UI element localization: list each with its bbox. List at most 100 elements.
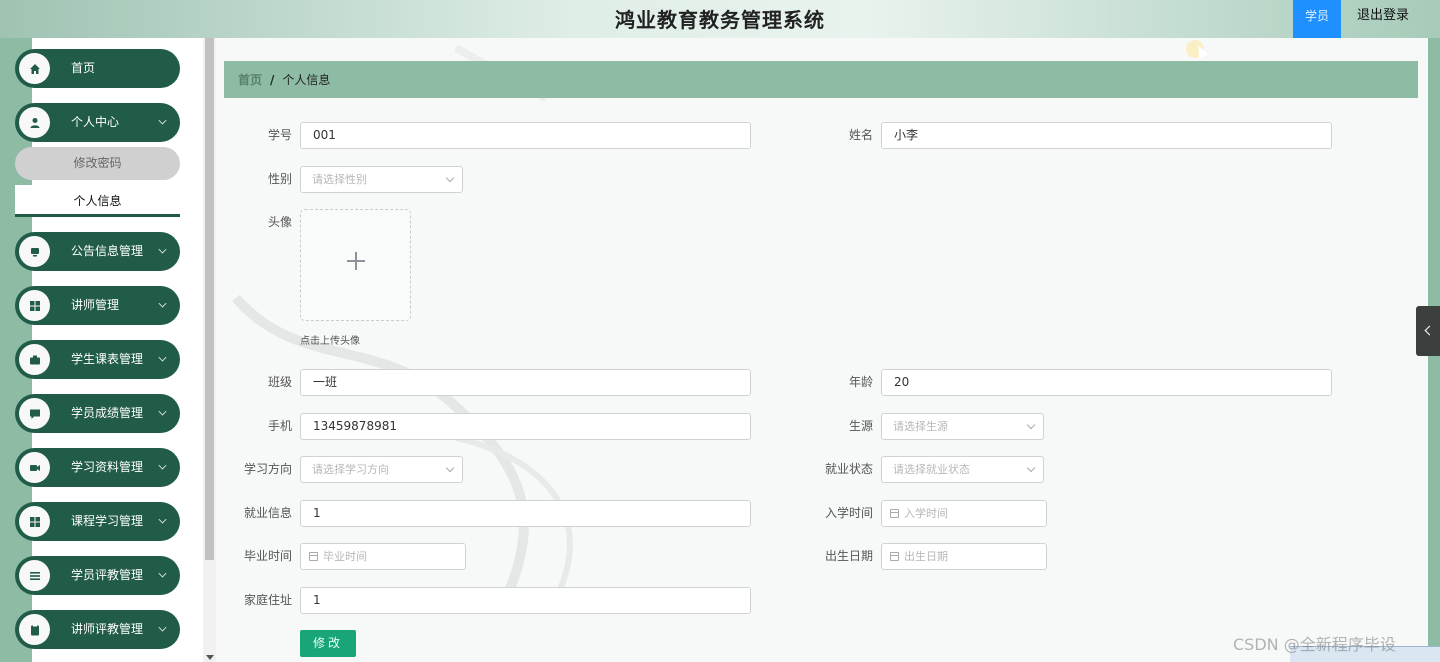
phone-field[interactable]: 13459878981 bbox=[300, 413, 751, 440]
sidebar-item-student-eval[interactable]: 学员评教管理 bbox=[15, 556, 180, 595]
sidebar-item-label: 学生课表管理 bbox=[71, 352, 144, 366]
source-select[interactable]: 请选择生源 bbox=[881, 413, 1044, 440]
enroll-date-picker[interactable]: 入学时间 bbox=[881, 500, 1047, 527]
chevron-down-icon bbox=[158, 623, 167, 632]
chevron-down-icon bbox=[158, 245, 167, 254]
calendar-icon bbox=[890, 509, 899, 518]
gender-select[interactable]: 请选择性别 bbox=[300, 166, 463, 193]
avatar-label: 头像 bbox=[267, 215, 292, 229]
briefcase-icon bbox=[19, 344, 50, 375]
gender-placeholder: 请选择性别 bbox=[312, 173, 367, 186]
sidebar-item-label: 讲师管理 bbox=[71, 298, 120, 312]
avatar-uploader[interactable] bbox=[300, 209, 411, 321]
chevron-down-icon bbox=[158, 353, 167, 362]
employment-info-field[interactable]: 1 bbox=[300, 500, 751, 527]
class-field[interactable]: 一班 bbox=[300, 369, 751, 396]
sidebar-item-home[interactable]: 首页 bbox=[15, 49, 180, 88]
calendar-icon bbox=[890, 552, 899, 561]
chevron-down-icon bbox=[158, 515, 167, 524]
student-id-field[interactable]: 001 bbox=[300, 122, 751, 149]
sidebar-item-personal-center[interactable]: 个人中心 bbox=[15, 103, 180, 142]
chevron-down-icon bbox=[445, 463, 455, 473]
grid-icon bbox=[19, 506, 50, 537]
direction-select[interactable]: 请选择学习方向 bbox=[300, 456, 463, 483]
address-field[interactable]: 1 bbox=[300, 587, 751, 614]
chevron-down-icon bbox=[158, 569, 167, 578]
sidebar-panel: 首页 个人中心 修改密码 个人信息 公告信息管理 讲师管理 学生课表管理 学员成… bbox=[0, 38, 203, 662]
grid-icon bbox=[19, 290, 50, 321]
address-label: 家庭住址 bbox=[243, 593, 292, 607]
sidebar-item-course[interactable]: 课程学习管理 bbox=[15, 502, 180, 541]
home-icon bbox=[19, 53, 50, 84]
chevron-down-icon bbox=[158, 116, 167, 125]
chevron-down-icon bbox=[1026, 420, 1036, 430]
enroll-date-placeholder: 入学时间 bbox=[904, 507, 948, 520]
chevron-down-icon bbox=[1026, 463, 1036, 473]
user-icon bbox=[19, 107, 50, 138]
age-label: 年龄 bbox=[848, 375, 873, 389]
scroll-down-arrow[interactable] bbox=[206, 655, 214, 660]
chevron-down-icon bbox=[445, 173, 455, 183]
graduation-date-picker[interactable]: 毕业时间 bbox=[300, 543, 466, 570]
logout-button[interactable]: 退出登录 bbox=[1348, 0, 1418, 38]
notice-icon bbox=[19, 236, 50, 267]
breadcrumb-separator: / bbox=[270, 72, 275, 87]
source-placeholder: 请选择生源 bbox=[893, 420, 948, 433]
sidebar-item-materials[interactable]: 学习资料管理 bbox=[15, 448, 180, 487]
birth-date-label: 出生日期 bbox=[824, 549, 873, 563]
video-icon bbox=[19, 452, 50, 483]
sidebar-item-label: 学习资料管理 bbox=[71, 460, 144, 474]
graduation-date-placeholder: 毕业时间 bbox=[323, 550, 367, 563]
employment-status-placeholder: 请选择就业状态 bbox=[893, 463, 970, 476]
direction-label: 学习方向 bbox=[243, 462, 292, 476]
sidebar-item-label: 学员成绩管理 bbox=[71, 406, 144, 420]
avatar-upload-hint: 点击上传头像 bbox=[300, 336, 360, 347]
employment-status-label: 就业状态 bbox=[824, 462, 873, 476]
student-id-label: 学号 bbox=[267, 128, 292, 142]
sidebar-scrollbar[interactable] bbox=[203, 38, 216, 662]
sidebar-item-label: 课程学习管理 bbox=[71, 514, 144, 528]
collapse-side-tab[interactable] bbox=[1416, 306, 1440, 356]
employment-info-label: 就业信息 bbox=[243, 506, 292, 520]
phone-label: 手机 bbox=[267, 419, 292, 433]
sidebar-item-lecturer[interactable]: 讲师管理 bbox=[15, 286, 180, 325]
sidebar: 首页 个人中心 修改密码 个人信息 公告信息管理 讲师管理 学生课表管理 学员成… bbox=[0, 38, 216, 662]
sidebar-item-label: 讲师评教管理 bbox=[71, 622, 144, 636]
submit-button[interactable]: 修改 bbox=[300, 630, 356, 657]
birth-date-placeholder: 出生日期 bbox=[904, 550, 948, 563]
sidebar-item-lecturer-eval[interactable]: 讲师评教管理 bbox=[15, 610, 180, 649]
sidebar-item-label: 学员评教管理 bbox=[71, 568, 144, 582]
age-field[interactable]: 20 bbox=[881, 369, 1332, 396]
gender-label: 性别 bbox=[267, 172, 292, 186]
sidebar-item-notice[interactable]: 公告信息管理 bbox=[15, 232, 180, 271]
plus-icon-vertical bbox=[355, 252, 357, 270]
main-content: 首页 / 个人信息 学号 001 姓名 小李 性别 请选择性别 头像 点击上传头… bbox=[216, 38, 1428, 662]
scrollbar-thumb[interactable] bbox=[205, 38, 214, 560]
calendar-icon bbox=[309, 552, 318, 561]
enroll-date-label: 入学时间 bbox=[824, 506, 873, 520]
name-field[interactable]: 小李 bbox=[881, 122, 1332, 149]
sidebar-item-schedule[interactable]: 学生课表管理 bbox=[15, 340, 180, 379]
chevron-down-icon bbox=[158, 407, 167, 416]
graduation-date-label: 毕业时间 bbox=[243, 549, 292, 563]
direction-placeholder: 请选择学习方向 bbox=[312, 463, 389, 476]
birth-date-picker[interactable]: 出生日期 bbox=[881, 543, 1047, 570]
source-label: 生源 bbox=[848, 419, 873, 433]
sidebar-subitem-change-password[interactable]: 修改密码 bbox=[15, 147, 180, 180]
sidebar-item-label: 公告信息管理 bbox=[71, 244, 144, 258]
chevron-down-icon bbox=[158, 299, 167, 308]
user-badge[interactable]: 学员 001 bbox=[1293, 0, 1341, 55]
chevron-left-icon bbox=[1424, 325, 1435, 336]
breadcrumb: 首页 / 个人信息 bbox=[224, 61, 1418, 98]
sidebar-subitem-personal-info[interactable]: 个人信息 bbox=[15, 185, 180, 217]
sidebar-item-grades[interactable]: 学员成绩管理 bbox=[15, 394, 180, 433]
list-icon bbox=[19, 560, 50, 591]
watermark: CSDN @全新程序毕设 bbox=[1233, 635, 1396, 654]
breadcrumb-current: 个人信息 bbox=[282, 73, 331, 87]
name-label: 姓名 bbox=[848, 128, 873, 142]
class-label: 班级 bbox=[267, 375, 292, 389]
breadcrumb-home[interactable]: 首页 bbox=[238, 71, 262, 88]
chevron-down-icon bbox=[158, 461, 167, 470]
employment-status-select[interactable]: 请选择就业状态 bbox=[881, 456, 1044, 483]
message-icon bbox=[19, 398, 50, 429]
